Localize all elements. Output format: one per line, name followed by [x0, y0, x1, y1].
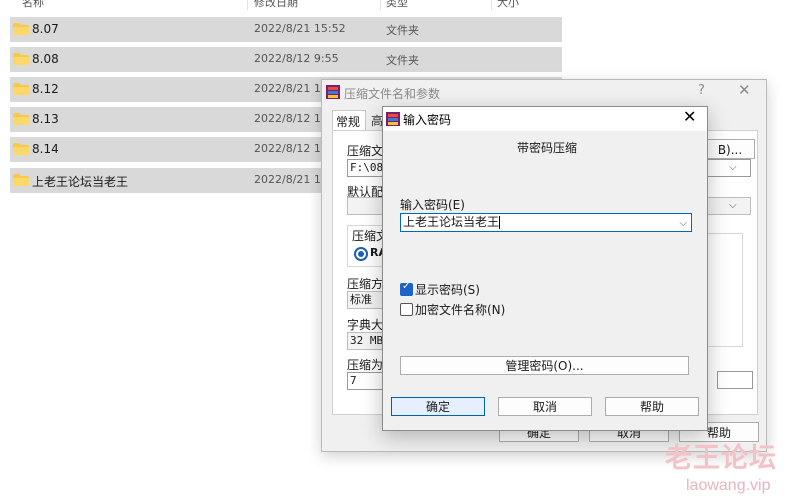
folder-icon: [13, 113, 29, 125]
dictionary-size-label: 字典大: [347, 318, 384, 332]
file-date: 2022/8/21 15: [254, 82, 328, 95]
column-divider: [247, 0, 248, 10]
file-name: 8.12: [32, 82, 59, 96]
column-divider: [380, 0, 381, 10]
folder-icon: [13, 83, 29, 95]
enter-password-label: 输入密码(E): [400, 198, 465, 212]
file-row[interactable]: 8.07 2022/8/21 15:52 文件夹: [10, 17, 562, 42]
column-type[interactable]: 类型: [386, 0, 408, 10]
winrar-icon: [386, 112, 400, 126]
dialog-title: 压缩文件名和参数: [344, 87, 441, 101]
explorer-column-header: 名称 修改日期 类型 大小: [0, 0, 565, 10]
folder-icon: [13, 174, 29, 186]
dialog-heading: 带密码压缩: [517, 141, 578, 155]
file-date: 2022/8/21 16: [254, 173, 328, 186]
column-divider: [491, 0, 492, 10]
column-size[interactable]: 大小: [497, 0, 519, 10]
dialog-title: 输入密码: [403, 113, 452, 127]
file-date: 2022/8/21 15:52: [254, 22, 346, 35]
help-button[interactable]: 帮助: [605, 397, 699, 416]
file-date: 2022/8/12 10: [254, 142, 328, 155]
file-name: 8.07: [32, 22, 59, 36]
close-icon[interactable]: ✕: [738, 81, 751, 99]
close-icon[interactable]: ✕: [683, 107, 696, 126]
file-date: 2022/8/12 10: [254, 112, 328, 125]
browse-button[interactable]: B)...: [705, 139, 755, 159]
show-password-checkbox[interactable]: [400, 281, 413, 296]
file-type: 文件夹: [386, 24, 419, 37]
right-text-field[interactable]: [717, 371, 753, 389]
enter-password-dialog: 输入密码 ✕ 带密码压缩 输入密码(E) 上老王论坛当老王 ⌵ 显示密码(S) …: [382, 106, 708, 431]
chevron-down-icon[interactable]: ⌵: [729, 162, 737, 173]
encrypt-filenames-label: 加密文件名称(N): [415, 303, 506, 317]
password-value: 上老王论坛当老王: [403, 215, 500, 229]
encrypt-filenames-checkbox[interactable]: [400, 303, 413, 316]
chevron-down-icon[interactable]: ⌵: [729, 200, 737, 211]
watermark-url: laowang.vip: [686, 477, 771, 494]
compression-method-label: 压缩方: [347, 277, 384, 291]
winrar-icon: [326, 85, 340, 99]
show-password-label: 显示密码(S): [415, 283, 480, 297]
folder-icon: [13, 53, 29, 65]
dialog-titlebar: 输入密码 ✕: [383, 107, 707, 131]
tab-general[interactable]: 常规: [332, 110, 366, 130]
folder-icon: [13, 23, 29, 35]
folder-icon: [13, 143, 29, 155]
file-type: 文件夹: [386, 54, 419, 67]
file-name: 8.08: [32, 52, 59, 66]
file-row[interactable]: 8.08 2022/8/12 9:55 文件夹: [10, 47, 562, 72]
column-date[interactable]: 修改日期: [254, 0, 298, 10]
cancel-button[interactable]: 取消: [498, 397, 592, 416]
file-name: 上老王论坛当老王: [32, 175, 129, 189]
password-input[interactable]: 上老王论坛当老王 ⌵: [400, 213, 692, 232]
file-date: 2022/8/12 9:55: [254, 52, 339, 65]
file-name: 8.13: [32, 112, 59, 126]
help-icon[interactable]: ?: [698, 83, 705, 98]
text-caret: [499, 216, 501, 229]
format-radio[interactable]: [354, 247, 368, 261]
column-name[interactable]: 名称: [22, 0, 44, 10]
ok-button[interactable]: 确定: [391, 397, 485, 416]
organize-passwords-button[interactable]: 管理密码(O)...: [400, 356, 689, 375]
archive-name-label: 压缩文: [347, 144, 384, 158]
file-name: 8.14: [32, 142, 59, 156]
chevron-down-icon[interactable]: ⌵: [679, 215, 687, 232]
watermark-title: 老王论坛: [665, 443, 777, 474]
